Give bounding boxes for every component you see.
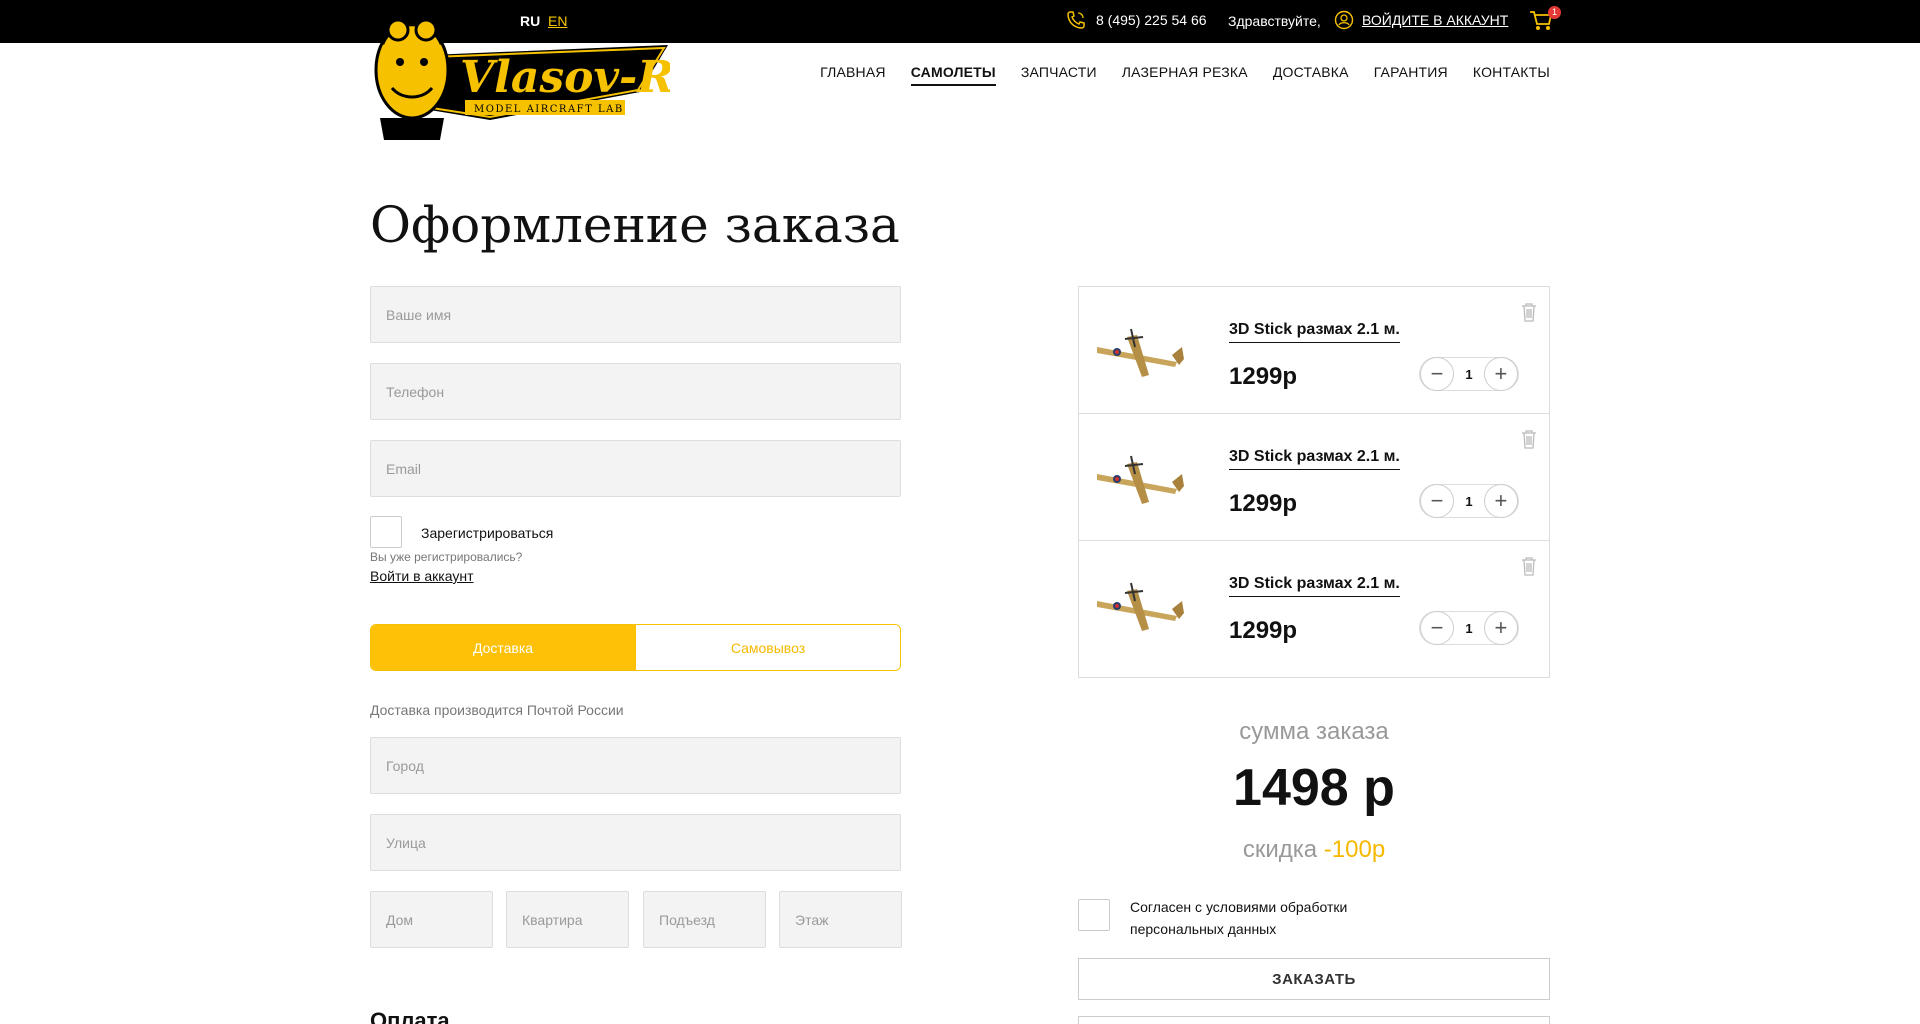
next-block-edge bbox=[1078, 1016, 1550, 1024]
decrease-qty-button[interactable]: − bbox=[1420, 611, 1454, 645]
svg-text:MODEL AIRCRAFT LAB: MODEL AIRCRAFT LAB bbox=[474, 104, 624, 115]
phone-field[interactable] bbox=[370, 363, 901, 420]
phone-icon bbox=[1067, 11, 1085, 29]
phone-contact[interactable]: 8 (495) 225 54 66 bbox=[1066, 10, 1207, 30]
phone-input[interactable] bbox=[386, 383, 885, 400]
nav-warranty[interactable]: ГАРАНТИЯ bbox=[1374, 64, 1448, 86]
trash-icon[interactable] bbox=[1521, 429, 1537, 449]
name-field[interactable] bbox=[370, 286, 901, 343]
delivery-method-toggle: Доставка Самовывоз bbox=[370, 624, 901, 671]
increase-qty-button[interactable]: + bbox=[1483, 484, 1518, 518]
order-sum-label: сумма заказа bbox=[1239, 718, 1389, 745]
nav-delivery[interactable]: ДОСТАВКА bbox=[1273, 64, 1349, 86]
register-label: Зарегистрироваться bbox=[421, 525, 554, 541]
entrance-input[interactable] bbox=[659, 911, 750, 928]
agree-checkbox[interactable] bbox=[1078, 899, 1110, 931]
user-icon bbox=[1334, 10, 1354, 30]
agree-text: Согласен с условиями обработки персональ… bbox=[1130, 899, 1348, 937]
delivery-note: Доставка производится Почтой России bbox=[370, 702, 624, 718]
quantity-value: 1 bbox=[1465, 620, 1473, 636]
street-field[interactable] bbox=[370, 814, 901, 871]
discount-line: скидка -100р bbox=[1078, 836, 1550, 864]
cart-item-name[interactable]: 3D Stick размах 2.1 м. bbox=[1229, 321, 1400, 343]
main-nav: ГЛАВНАЯ САМОЛЕТЫ ЗАПЧАСТИ ЛАЗЕРНАЯ РЕЗКА… bbox=[820, 64, 1550, 86]
greeting-text: Здравствуйте, bbox=[1228, 13, 1321, 29]
city-field[interactable] bbox=[370, 737, 901, 794]
cart-item-price: 1299р bbox=[1229, 617, 1298, 644]
house-input[interactable] bbox=[386, 911, 477, 928]
apartment-input[interactable] bbox=[522, 911, 613, 928]
increase-qty-button[interactable]: + bbox=[1483, 611, 1518, 645]
quantity-value: 1 bbox=[1465, 493, 1473, 509]
quantity-stepper: − 1 + bbox=[1419, 611, 1519, 645]
nav-laser-cutting[interactable]: ЛАЗЕРНАЯ РЕЗКА bbox=[1122, 64, 1248, 86]
discount-label: скидка bbox=[1242, 836, 1318, 863]
phone-number: 8 (495) 225 54 66 bbox=[1096, 12, 1207, 28]
trash-icon[interactable] bbox=[1521, 556, 1537, 576]
vlasov-rc-logo[interactable]: Vlasov-RC MODEL AIRCRAFT LAB bbox=[370, 0, 670, 148]
login-link[interactable]: ВОЙДИТЕ В АККАУНТ bbox=[1362, 12, 1508, 28]
floor-field[interactable] bbox=[779, 891, 902, 948]
account-link-wrap[interactable]: ВОЙДИТЕ В АККАУНТ bbox=[1334, 10, 1508, 30]
already-registered-hint: Вы уже регистрировались? bbox=[370, 550, 523, 564]
order-sum-value: 1498 р bbox=[1233, 759, 1395, 817]
cart-item-price: 1299р bbox=[1229, 490, 1298, 517]
quantity-stepper: − 1 + bbox=[1419, 357, 1519, 391]
city-input[interactable] bbox=[386, 757, 885, 774]
quantity-value: 1 bbox=[1465, 366, 1473, 382]
cart-item-name[interactable]: 3D Stick размах 2.1 м. bbox=[1229, 448, 1400, 470]
cart-item-name[interactable]: 3D Stick размах 2.1 м. bbox=[1229, 575, 1400, 597]
nav-home[interactable]: ГЛАВНАЯ bbox=[820, 64, 886, 86]
decrease-qty-button[interactable]: − bbox=[1420, 484, 1454, 518]
cart-list: 3D Stick размах 2.1 м. 1299р − 1 + 3D St… bbox=[1078, 286, 1550, 678]
name-input[interactable] bbox=[386, 306, 885, 323]
email-field[interactable] bbox=[370, 440, 901, 497]
cart-item: 3D Stick размах 2.1 м. 1299р − 1 + bbox=[1079, 414, 1549, 541]
house-field[interactable] bbox=[370, 891, 493, 948]
pickup-tab[interactable]: Самовывоз bbox=[635, 625, 900, 670]
login-account-link[interactable]: Войти в аккаунт bbox=[370, 568, 474, 584]
nav-contacts[interactable]: КОНТАКТЫ bbox=[1473, 64, 1550, 86]
cart-button[interactable]: 1 bbox=[1529, 6, 1561, 34]
quantity-stepper: − 1 + bbox=[1419, 484, 1519, 518]
email-input[interactable] bbox=[386, 460, 885, 477]
cart-item-price: 1299р bbox=[1229, 363, 1298, 390]
trash-icon[interactable] bbox=[1521, 302, 1537, 322]
register-checkbox[interactable] bbox=[370, 516, 402, 548]
discount-value: -100р bbox=[1323, 836, 1386, 863]
entrance-field[interactable] bbox=[643, 891, 766, 948]
product-image bbox=[1097, 455, 1184, 504]
nav-planes[interactable]: САМОЛЕТЫ bbox=[910, 64, 996, 86]
floor-input[interactable] bbox=[795, 911, 886, 928]
cart-count-badge: 1 bbox=[1548, 6, 1561, 19]
payment-section-title: Оплата bbox=[370, 1008, 450, 1024]
product-image bbox=[1097, 582, 1184, 631]
street-input[interactable] bbox=[386, 834, 885, 851]
apartment-field[interactable] bbox=[506, 891, 629, 948]
nav-parts[interactable]: ЗАПЧАСТИ bbox=[1021, 64, 1097, 86]
cart-item: 3D Stick размах 2.1 м. 1299р − 1 + bbox=[1079, 287, 1549, 414]
delivery-tab[interactable]: Доставка bbox=[371, 625, 635, 670]
top-bar: RU EN 8 (495) 225 54 66 Здравствуйте, ВО… bbox=[0, 0, 1920, 43]
product-image bbox=[1097, 328, 1184, 377]
decrease-qty-button[interactable]: − bbox=[1420, 357, 1454, 391]
order-button[interactable]: ЗАКАЗАТЬ bbox=[1078, 958, 1550, 1000]
increase-qty-button[interactable]: + bbox=[1483, 357, 1518, 391]
svg-text:Vlasov-RC: Vlasov-RC bbox=[460, 52, 670, 103]
cart-item: 3D Stick размах 2.1 м. 1299р − 1 + bbox=[1079, 541, 1549, 668]
page-title: Оформление заказа bbox=[370, 196, 900, 254]
